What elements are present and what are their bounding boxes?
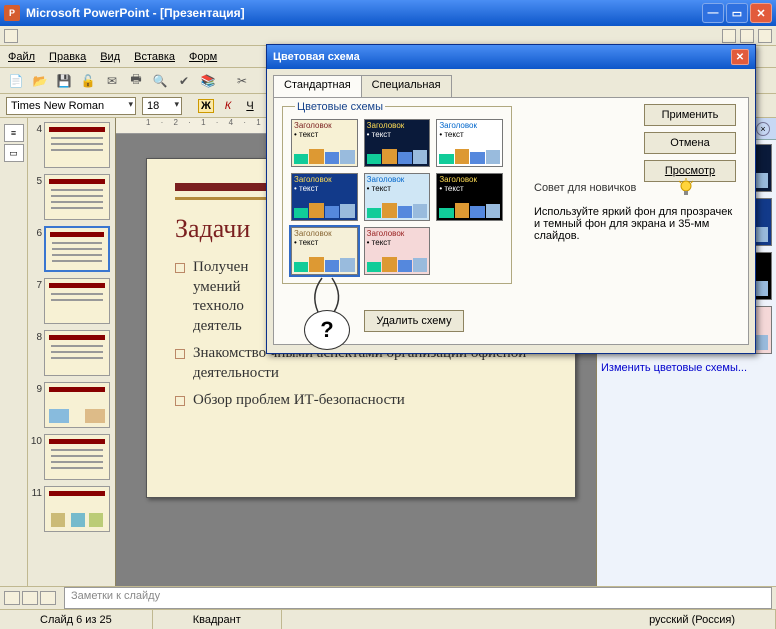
italic-button[interactable]: К <box>220 100 236 112</box>
slideshow-view[interactable] <box>40 591 56 605</box>
thumb-num: 4 <box>30 122 42 135</box>
hint-title: Совет для новичков <box>534 182 636 194</box>
fieldset-legend: Цветовые схемы <box>295 101 385 113</box>
mail-button[interactable]: ✉ <box>102 71 122 91</box>
menu-format[interactable]: Форм <box>189 51 217 63</box>
thumb-num: 7 <box>30 278 42 291</box>
sorter-view[interactable] <box>22 591 38 605</box>
tab-standard[interactable]: Стандартная <box>273 75 362 97</box>
menu-edit[interactable]: Правка <box>49 51 86 63</box>
window-titlebar: P Microsoft PowerPoint - [Презентация] —… <box>0 0 776 26</box>
thumb-num: 10 <box>30 434 42 447</box>
bold-button[interactable]: Ж <box>198 99 214 113</box>
thumb-num: 9 <box>30 382 42 395</box>
minimize-button[interactable]: — <box>702 3 724 23</box>
bullet-item[interactable]: Обзор проблем ИТ-безопасности <box>175 391 547 411</box>
status-slide: Слайд 6 из 25 <box>0 610 153 629</box>
lightbulb-icon <box>676 178 696 198</box>
slide-thumb-selected[interactable] <box>44 226 110 272</box>
hint-body: Используйте яркий фон для прозрачек и те… <box>534 206 736 242</box>
mdi-restore[interactable] <box>740 29 754 43</box>
scheme-option[interactable]: Заголовок• текст <box>364 227 431 275</box>
slide-thumb[interactable] <box>44 330 110 376</box>
dialog-titlebar: Цветовая схема ✕ <box>267 45 755 69</box>
delete-scheme-button[interactable]: Удалить схему <box>364 310 464 332</box>
status-design: Квадрант <box>153 610 282 629</box>
fontsize-combo[interactable]: 18 <box>142 97 182 115</box>
window-title: Microsoft PowerPoint - [Презентация] <box>26 6 700 20</box>
scheme-option[interactable]: Заголовок• текст <box>364 173 431 221</box>
menu-insert[interactable]: Вставка <box>134 51 175 63</box>
schemes-fieldset: Цветовые схемы Заголовок• текст Заголово… <box>282 106 512 284</box>
print-button[interactable]: 🖶 <box>126 71 146 91</box>
color-scheme-dialog: Цветовая схема ✕ Стандартная Специальная… <box>266 44 756 354</box>
font-combo[interactable]: Times New Roman <box>6 97 136 115</box>
mdi-close[interactable] <box>758 29 772 43</box>
slides-tab[interactable]: ▭ <box>4 144 24 162</box>
slide-thumbnails: 4 5 6 7 8 9 10 11 <box>28 118 116 586</box>
notes-pane[interactable]: Заметки к слайду <box>64 587 772 609</box>
app-icon: P <box>4 5 20 21</box>
thumb-num: 8 <box>30 330 42 343</box>
thumb-num: 5 <box>30 174 42 187</box>
scheme-option[interactable]: Заголовок• текст <box>364 119 431 167</box>
scheme-option[interactable]: Заголовок• текст <box>436 173 503 221</box>
new-button[interactable]: 📄 <box>6 71 26 91</box>
thumb-num: 6 <box>30 226 42 239</box>
slide-thumb[interactable] <box>44 174 110 220</box>
scheme-option[interactable]: Заголовок• текст <box>436 119 503 167</box>
tab-custom[interactable]: Специальная <box>361 75 452 97</box>
outline-tab[interactable]: ≡ <box>4 124 24 142</box>
slide-thumb[interactable] <box>44 278 110 324</box>
edit-schemes-link[interactable]: Изменить цветовые схемы... <box>601 362 772 374</box>
apply-button[interactable]: Применить <box>644 104 736 126</box>
cancel-button[interactable]: Отмена <box>644 132 736 154</box>
dialog-hint: Совет для новичков Используйте яркий фон… <box>534 178 736 242</box>
underline-button[interactable]: Ч <box>242 100 258 112</box>
slide-thumb[interactable] <box>44 122 110 168</box>
thumb-num: 11 <box>30 486 42 499</box>
permission-button[interactable]: 🔓 <box>78 71 98 91</box>
scheme-option-selected[interactable]: Заголовок• текст <box>291 227 358 275</box>
statusbar: Слайд 6 из 25 Квадрант русский (Россия) <box>0 609 776 629</box>
scheme-option[interactable]: Заголовок• текст <box>291 119 358 167</box>
taskpane-close[interactable]: × <box>756 122 770 136</box>
dialog-close-button[interactable]: ✕ <box>731 49 749 65</box>
menu-file[interactable]: Файл <box>8 51 35 63</box>
cut-button[interactable]: ✂ <box>232 71 252 91</box>
mdi-controls <box>0 26 776 46</box>
slide-thumb[interactable] <box>44 434 110 480</box>
spell-button[interactable]: ✔ <box>174 71 194 91</box>
scheme-option[interactable]: Заголовок• текст <box>291 173 358 221</box>
normal-view[interactable] <box>4 591 20 605</box>
preview-button[interactable]: 🔍 <box>150 71 170 91</box>
view-buttons <box>0 588 60 608</box>
mdi-min[interactable] <box>722 29 736 43</box>
close-button[interactable]: ✕ <box>750 3 772 23</box>
slide-thumb[interactable] <box>44 486 110 532</box>
outline-tabs: ≡ ▭ <box>0 118 28 586</box>
research-button[interactable]: 📚 <box>198 71 218 91</box>
status-lang: русский (Россия) <box>282 610 776 629</box>
mdi-icon[interactable] <box>4 29 18 43</box>
menu-view[interactable]: Вид <box>100 51 120 63</box>
dialog-title: Цветовая схема <box>273 51 731 63</box>
maximize-button[interactable]: ▭ <box>726 3 748 23</box>
save-button[interactable]: 💾 <box>54 71 74 91</box>
open-button[interactable]: 📂 <box>30 71 50 91</box>
slide-thumb[interactable] <box>44 382 110 428</box>
